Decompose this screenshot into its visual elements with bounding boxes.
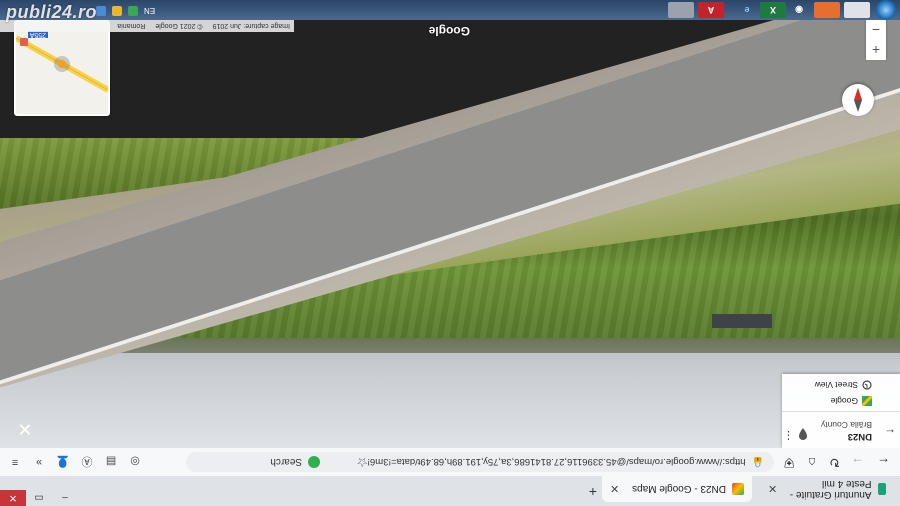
profile-icon[interactable]: 👤 — [56, 455, 70, 469]
street-view-link[interactable]: Street View — [815, 380, 872, 390]
tab-close-icon[interactable]: ✕ — [768, 483, 777, 496]
copyright-text: © 2021 Google — [155, 22, 203, 30]
street-view-link-label: Street View — [814, 380, 858, 390]
search-input[interactable]: Search — [186, 452, 328, 472]
browser-tab-bar: Anunturi Gratuite - Peste 4 mil ✕ DN23 -… — [0, 476, 900, 506]
search-engine-icon — [308, 456, 320, 468]
menu-icon[interactable]: ≡ — [8, 455, 22, 469]
back-arrow-icon[interactable]: ← — [877, 455, 890, 470]
window-close-icon[interactable]: ✕ — [0, 490, 26, 506]
reload-icon[interactable]: ↻ — [829, 454, 840, 470]
google-watermark: Google — [428, 24, 470, 38]
tracking-shield-icon[interactable]: ⛨ — [784, 454, 794, 470]
extension-icon[interactable]: ◎ — [128, 455, 142, 469]
window-controls: – ▭ ✕ — [0, 490, 78, 506]
explorer-icon[interactable] — [668, 2, 694, 18]
zoom-controls: + − — [866, 20, 886, 60]
search-placeholder: Search — [270, 456, 302, 468]
start-button-icon[interactable] — [876, 0, 896, 20]
edge-icon[interactable]: e — [734, 2, 760, 18]
language-indicator[interactable]: EN — [144, 7, 155, 16]
network-icon[interactable] — [96, 6, 106, 16]
place-info-card: ← DN23 Brăila County ⋮ Google Street Vie… — [782, 374, 900, 448]
road-shield-icon — [20, 38, 28, 46]
home-icon[interactable]: ⌂ — [808, 455, 816, 470]
tab-anunturi[interactable]: Anunturi Gratuite - Peste 4 mil ✕ — [760, 476, 894, 502]
sky — [0, 338, 900, 448]
address-bar-row: ← → ↻ ⌂ ⛨ 🔒 https://www.google.ro/maps/@… — [0, 447, 900, 476]
google-maps-icon — [862, 396, 872, 406]
bookmark-star-icon[interactable]: ☆ — [356, 454, 368, 470]
tab-google-maps[interactable]: DN23 - Google Maps ✕ — [602, 476, 752, 502]
more-options-icon[interactable]: ⋮ — [783, 429, 794, 442]
card-divider — [782, 411, 900, 412]
new-tab-button[interactable]: + — [589, 484, 597, 500]
tray-app-icon[interactable] — [112, 6, 122, 16]
acrobat-icon[interactable]: A — [698, 2, 724, 18]
tab-label: Anunturi Gratuite - Peste 4 mil — [789, 478, 872, 500]
tray-app-icon[interactable] — [128, 6, 138, 16]
minimize-icon[interactable]: – — [52, 490, 78, 506]
close-street-view-button[interactable]: ✕ — [16, 419, 34, 439]
taskbar-app-icon[interactable] — [844, 2, 870, 18]
overflow-chevron-icon[interactable]: » — [32, 455, 46, 469]
url-text: https://www.google.ro/maps/@45.3396116,2… — [367, 456, 746, 468]
reader-view-icon[interactable]: ▤ — [104, 455, 118, 469]
google-link[interactable]: Google — [831, 396, 872, 406]
zoom-out-button[interactable]: − — [872, 22, 880, 38]
maximize-icon[interactable]: ▭ — [26, 490, 52, 506]
firefox-icon[interactable] — [814, 2, 840, 18]
windows-taskbar: ◉ X e A EN — [0, 0, 900, 20]
minimap[interactable]: 255A — [14, 20, 110, 116]
screen: Anunturi Gratuite - Peste 4 mil ✕ DN23 -… — [0, 0, 900, 506]
tab-label: DN23 - Google Maps — [632, 483, 726, 495]
forward-arrow-icon[interactable]: → — [851, 455, 864, 470]
compass-button[interactable] — [842, 84, 874, 116]
excel-icon[interactable]: X — [760, 2, 786, 18]
distant-building — [712, 314, 772, 328]
tab-close-icon[interactable]: ✕ — [610, 483, 619, 496]
lock-icon: 🔒 — [751, 456, 764, 468]
place-subtitle: Brăila County — [820, 420, 872, 430]
street-view-panorama[interactable]: ✕ ← DN23 Brăila County ⋮ Google Street V… — [0, 20, 900, 448]
google-maps-favicon-icon — [732, 483, 744, 495]
location-pin-icon — [799, 428, 807, 440]
back-arrow-icon[interactable]: ← — [884, 426, 896, 440]
google-link-label: Google — [830, 396, 858, 406]
vpn-icon[interactable]: Ⓐ — [80, 455, 94, 469]
publi24-favicon-icon — [877, 483, 886, 495]
image-capture-date: Image capture: Jun 2019 — [212, 22, 290, 30]
chrome-icon[interactable]: ◉ — [786, 2, 812, 18]
system-tray: EN — [96, 6, 155, 16]
zoom-in-button[interactable]: + — [872, 42, 880, 58]
street-view-icon — [862, 380, 872, 390]
compass-icon — [854, 88, 862, 112]
place-title: DN23 — [847, 431, 872, 442]
rotated-screenshot: Anunturi Gratuite - Peste 4 mil ✕ DN23 -… — [0, 0, 900, 506]
country-text[interactable]: Romania — [117, 23, 145, 30]
publi24-watermark: publi24.ro — [6, 2, 98, 22]
minimap-road-label: 255A — [27, 31, 48, 38]
